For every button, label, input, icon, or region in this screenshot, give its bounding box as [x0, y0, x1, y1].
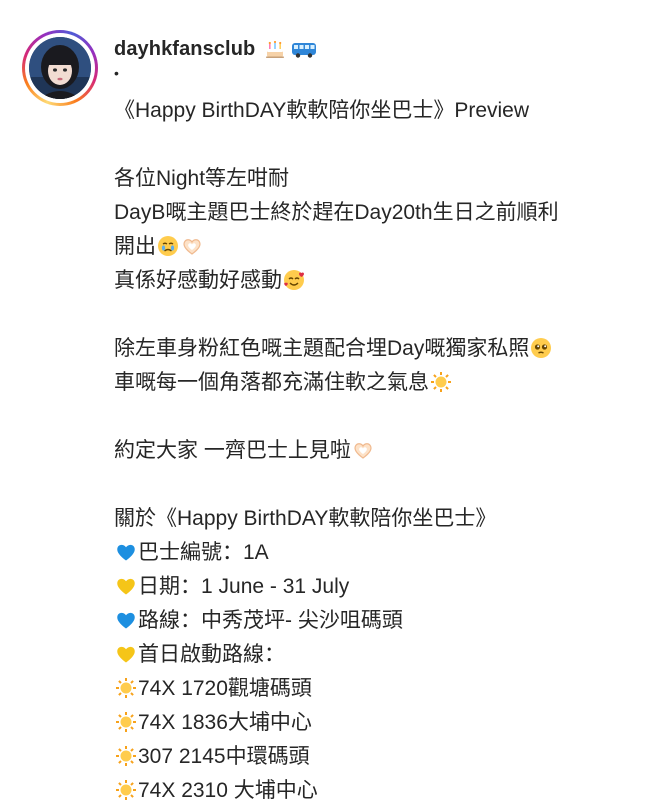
avatar-image	[29, 37, 91, 99]
story-ring[interactable]	[22, 30, 98, 106]
sun-icon	[115, 711, 137, 733]
caption-line: DayB嘅主題巴士終於趕在Day20th生日之前順利	[114, 196, 644, 230]
caption-line: 74X 1836大埔中心	[114, 706, 644, 740]
caption-line: 巴士編號：1A	[114, 536, 644, 570]
caption-text: 真係好感動好感動	[114, 269, 282, 292]
caption-line: 日期：1 June - 31 July	[114, 570, 644, 604]
yellow-heart-icon	[115, 643, 137, 665]
caption-text: 日期：1 June - 31 July	[138, 575, 350, 598]
caption-line: 車嘅每一個角落都充滿住軟之氣息	[114, 366, 644, 400]
smiling-face-with-hearts-icon	[283, 269, 305, 291]
caption-line: 74X 2310 大埔中心	[114, 774, 644, 808]
username-emoji-group	[263, 38, 317, 60]
post-content: dayhkfansclub • 《Happy BirthDAY軟軟陪你坐巴士》P…	[114, 36, 644, 808]
caption-line: 除左車身粉紅色嘅主題配合埋Day嘅獨家私照	[114, 332, 644, 366]
heart-hands-icon	[352, 439, 374, 461]
crying-face-icon	[157, 235, 179, 257]
avatar[interactable]	[29, 37, 91, 99]
pleading-face-icon	[530, 337, 552, 359]
sun-icon	[115, 677, 137, 699]
sun-icon	[115, 745, 137, 767]
caption-line: 關於《Happy BirthDAY軟軟陪你坐巴士》	[114, 502, 644, 536]
caption-line: 開出	[114, 230, 644, 264]
separator-dot: •	[114, 65, 119, 81]
caption-text: 開出	[114, 235, 156, 258]
caption-line: 路線：中秀茂坪- 尖沙咀碼頭	[114, 604, 644, 638]
caption-text: 74X 1836大埔中心	[138, 711, 312, 734]
sun-icon	[115, 779, 137, 801]
caption: 《Happy BirthDAY軟軟陪你坐巴士》Preview 各位Night等左…	[114, 94, 644, 808]
post-header: dayhkfansclub	[114, 36, 644, 62]
caption-text: 巴士編號：1A	[138, 541, 269, 564]
caption-line: 307 2145中環碼頭	[114, 740, 644, 774]
caption-text: 除左車身粉紅色嘅主題配合埋Day嘅獨家私照	[114, 337, 530, 360]
heart-hands-icon	[181, 235, 203, 257]
caption-line: 《Happy BirthDAY軟軟陪你坐巴士》Preview	[114, 94, 644, 128]
caption-text: 74X 1720觀塘碼頭	[138, 677, 312, 700]
sun-icon	[430, 371, 452, 393]
caption-text: 約定大家 一齊巴士上見啦	[114, 439, 351, 462]
caption-text: 《Happy BirthDAY軟軟陪你坐巴士》Preview	[114, 99, 530, 122]
blue-heart-icon	[115, 541, 137, 563]
caption-text: 74X 2310 大埔中心	[138, 779, 318, 802]
instagram-post: dayhkfansclub • 《Happy BirthDAY軟軟陪你坐巴士》P…	[0, 0, 661, 802]
caption-line: 真係好感動好感動	[114, 264, 644, 298]
caption-line: 首日啟動路線：	[114, 638, 644, 672]
caption-text: 關於《Happy BirthDAY軟軟陪你坐巴士》	[114, 507, 497, 530]
yellow-heart-icon	[115, 575, 137, 597]
caption-text: 路線：中秀茂坪- 尖沙咀碼頭	[138, 609, 403, 632]
blue-heart-icon	[115, 609, 137, 631]
caption-text: 車嘅每一個角落都充滿住軟之氣息	[114, 371, 429, 394]
caption-line: 74X 1720觀塘碼頭	[114, 672, 644, 706]
caption-line: 各位Night等左咁耐	[114, 162, 644, 196]
caption-text: 各位Night等左咁耐	[114, 167, 290, 190]
caption-text: 首日啟動路線：	[138, 643, 285, 666]
bus-icon	[291, 38, 317, 60]
username-link[interactable]: dayhkfansclub	[114, 38, 255, 61]
caption-line: 約定大家 一齊巴士上見啦	[114, 434, 644, 468]
caption-text: DayB嘅主題巴士終於趕在Day20th生日之前順利	[114, 201, 559, 224]
caption-text: 307 2145中環碼頭	[138, 745, 310, 768]
birthday-cake-icon	[264, 38, 286, 60]
